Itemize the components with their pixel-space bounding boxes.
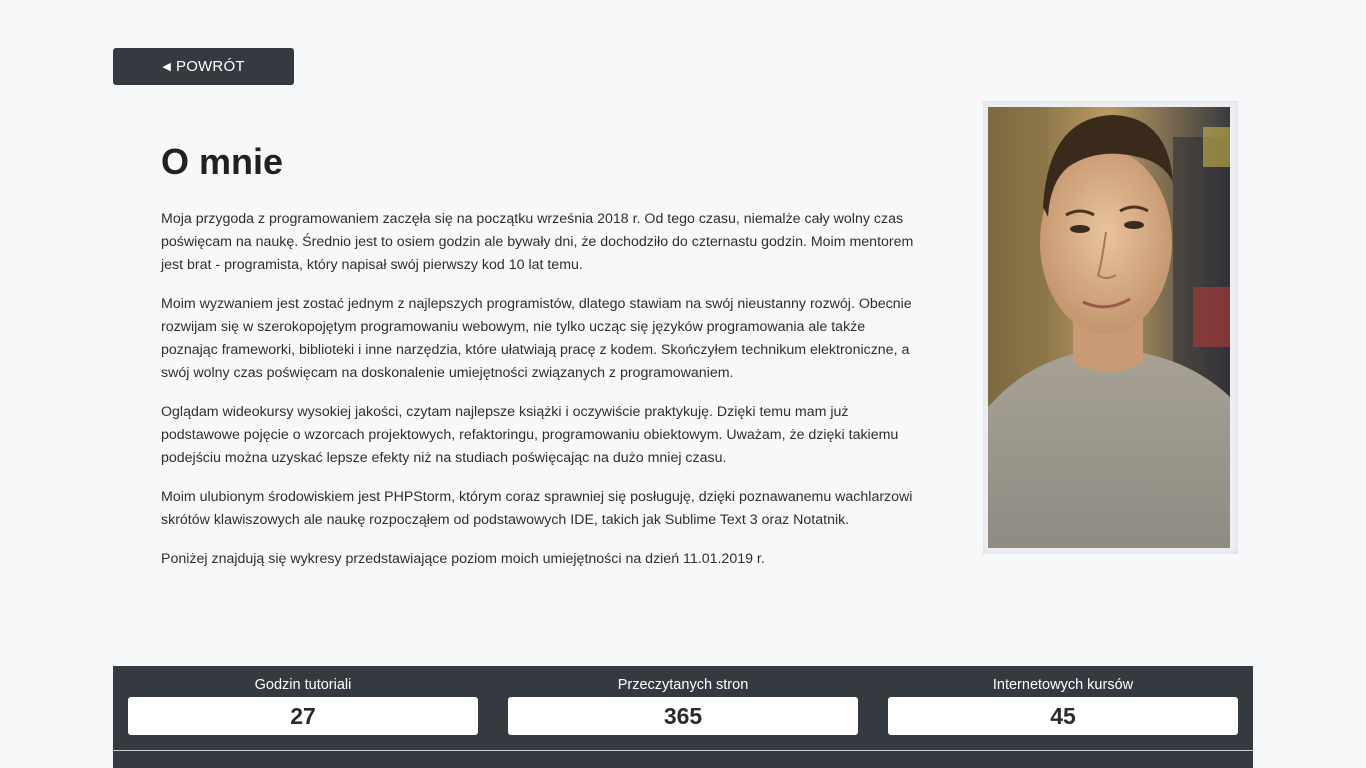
stats-bar: Godzin tutoriali 27 Przeczytanych stron … <box>113 666 1253 768</box>
stat-tutorial-hours: Godzin tutoriali 27 <box>128 676 478 735</box>
about-paragraph: Oglądam wideokursy wysokiej jakości, czy… <box>161 404 899 466</box>
portrait-illustration <box>988 107 1230 548</box>
about-paragraph: Moja przygoda z programowaniem zaczęła s… <box>161 211 914 273</box>
about-paragraph: Poniżej znajdują się wykresy przedstawia… <box>161 551 765 567</box>
stat-pages-read: Przeczytanych stron 365 <box>508 676 858 735</box>
stat-value: 45 <box>888 697 1238 735</box>
stat-value: 27 <box>128 697 478 735</box>
about-paragraph: Moim wyzwaniem jest zostać jednym z najl… <box>161 296 912 381</box>
stat-label: Przeczytanych stron <box>617 677 749 693</box>
portrait-photo <box>988 107 1230 548</box>
about-paragraph: Moim ulubionym środowiskiem jest PHPStor… <box>161 489 913 528</box>
portrait-frame <box>983 101 1238 554</box>
stat-label: Internetowych kursów <box>992 677 1134 693</box>
stat-value: 365 <box>508 697 858 735</box>
back-button[interactable]: ◀ POWRÓT <box>113 48 294 85</box>
about-section: O mnie Moja przygoda z programowaniem za… <box>161 140 921 587</box>
divider <box>113 750 1253 751</box>
back-button-label: POWRÓT <box>175 58 245 75</box>
page-title: O mnie <box>161 141 284 182</box>
stat-label: Godzin tutoriali <box>254 677 352 693</box>
triangle-left-icon: ◀ <box>162 61 171 73</box>
stat-online-courses: Internetowych kursów 45 <box>888 676 1238 735</box>
